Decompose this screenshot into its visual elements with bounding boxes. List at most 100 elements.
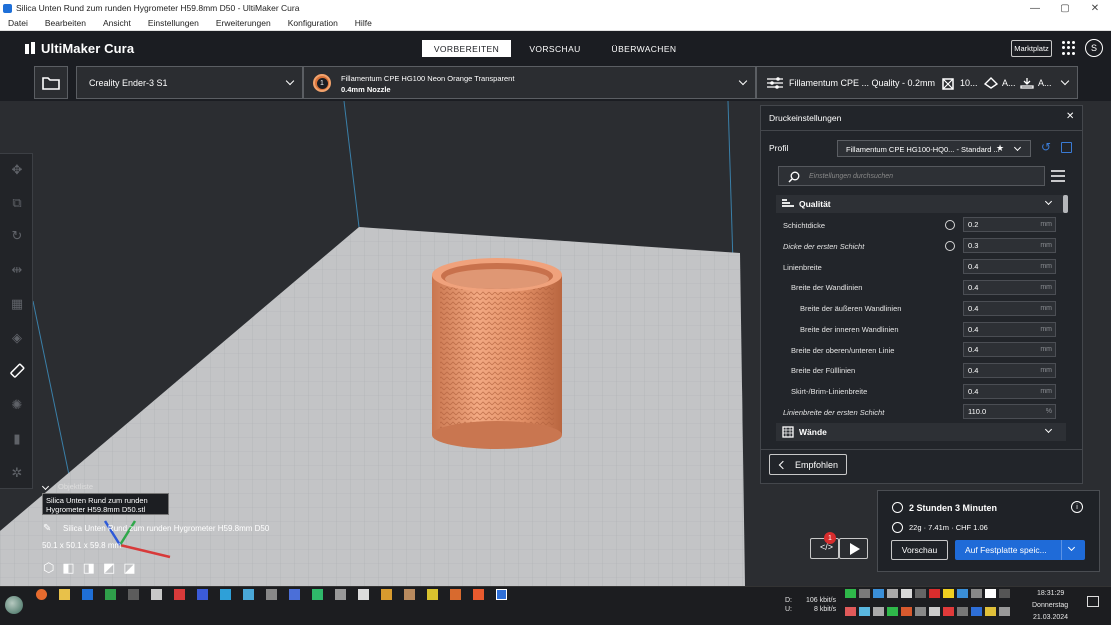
app-icon[interactable] (404, 589, 415, 600)
section-quality-header[interactable]: Qualität (776, 195, 1066, 213)
recommended-button[interactable]: Empfohlen (769, 454, 847, 475)
reset-icon[interactable]: ↺ (1041, 140, 1051, 154)
tray-icon[interactable] (929, 606, 940, 616)
section-walls-header[interactable]: Wände (776, 423, 1066, 441)
setting-input-line-width[interactable]: 0.4 mm (963, 259, 1056, 274)
setting-input-top-bottom-width[interactable]: 0.4 mm (963, 342, 1056, 357)
save-to-disk-button[interactable]: Auf Festplatte speic... (955, 540, 1085, 560)
settings-scrollbar[interactable] (1063, 195, 1068, 213)
tray-icon[interactable] (873, 589, 884, 598)
mirror-tool-icon[interactable]: ⇹ (9, 262, 25, 278)
tray-icon[interactable] (999, 606, 1010, 616)
app-icon[interactable] (427, 589, 438, 600)
rotate-tool-icon[interactable]: ↻ (9, 228, 25, 244)
app-icon[interactable] (220, 589, 231, 600)
view-right-icon[interactable]: ◪ (123, 560, 135, 576)
app-icon[interactable] (335, 589, 346, 600)
setting-input-initial-layer-line-width[interactable]: 110.0% (963, 404, 1056, 419)
tray-icon[interactable] (859, 589, 870, 598)
profile-dropdown[interactable]: Fillamentum CPE HG100-HQ0... - Standard … (837, 140, 1031, 157)
tray-icon[interactable] (985, 589, 996, 598)
material-selector[interactable]: 1 Fillamentum CPE HG100 Neon Orange Tran… (303, 66, 756, 99)
app-icon[interactable] (128, 589, 139, 600)
scale-tool-icon[interactable]: ⧉ (9, 195, 25, 211)
app-icon[interactable] (266, 589, 277, 600)
setting-input-skirt-brim-width[interactable]: 0.4 mm (963, 384, 1056, 399)
view-top-icon[interactable]: ◨ (83, 560, 95, 576)
tray-icon[interactable] (957, 606, 968, 616)
setting-input-initial-layer[interactable]: 0.3 mm (963, 238, 1056, 253)
marketplace-button[interactable]: Marktplatz (1011, 40, 1052, 57)
setting-input-outer-wall-width[interactable]: 0.4 mm (963, 301, 1056, 316)
setting-input-layer-height[interactable]: 0.2 mm (963, 217, 1056, 232)
tree-support-icon[interactable]: ✲ (9, 465, 25, 481)
menu-erweiterungen[interactable]: Erweiterungen (216, 18, 271, 28)
setting-input-wall-line-width[interactable]: 0.4 mm (963, 280, 1056, 295)
view-left-icon[interactable]: ◩ (103, 560, 115, 576)
tray-icon[interactable] (859, 606, 870, 616)
tray-icon[interactable] (901, 606, 912, 616)
tray-icon[interactable] (887, 589, 898, 598)
preview-button[interactable]: Vorschau (891, 540, 948, 560)
menu-icon[interactable] (1051, 170, 1065, 182)
per-model-settings-icon[interactable]: ▦ (9, 296, 25, 312)
menu-bearbeiten[interactable]: Bearbeiten (45, 18, 86, 28)
close-window-icon[interactable]: ✕ (1080, 0, 1110, 16)
close-icon[interactable]: ✕ (1066, 111, 1074, 122)
setting-input-inner-wall-width[interactable]: 0.4 mm (963, 322, 1056, 337)
view-front-icon[interactable]: ◧ (62, 560, 74, 576)
tray-icon[interactable] (971, 589, 982, 598)
tray-icon[interactable] (887, 606, 898, 616)
app-icon[interactable] (450, 589, 461, 600)
info-icon[interactable]: i (1071, 501, 1083, 513)
save-profile-icon[interactable] (1061, 142, 1072, 153)
apps-grid-icon[interactable] (1062, 41, 1076, 55)
menu-einstellungen[interactable]: Einstellungen (148, 18, 199, 28)
object-list-label[interactable]: Objektliste (58, 482, 93, 491)
cylinder-tool-icon[interactable]: ▮ (9, 431, 25, 447)
tray-icon[interactable] (943, 606, 954, 616)
app-icon[interactable] (243, 589, 254, 600)
tray-icon[interactable] (929, 589, 940, 598)
app-icon[interactable] (197, 589, 208, 600)
menu-datei[interactable]: Datei (8, 18, 28, 28)
clock-weekday[interactable]: Donnerstag (1032, 602, 1068, 609)
app-icon[interactable] (358, 589, 369, 600)
excel-icon[interactable] (105, 589, 116, 600)
app-icon[interactable] (174, 589, 185, 600)
printer-selector[interactable]: Creality Ender-3 S1 (76, 66, 303, 99)
object-name[interactable]: Silica Unten Rund zum runden Hygrometer … (63, 524, 269, 533)
paint-tool-icon[interactable]: ✺ (9, 397, 25, 413)
move-tool-icon[interactable]: ✥ (9, 162, 25, 178)
setting-input-infill-line-width[interactable]: 0.4 mm (963, 363, 1056, 378)
tray-icon[interactable] (915, 589, 926, 598)
tray-icon[interactable] (873, 606, 884, 616)
firefox-icon[interactable] (36, 589, 47, 600)
outlook-icon[interactable] (82, 589, 93, 600)
clock-time[interactable]: 18:31:29 (1037, 590, 1064, 597)
tray-icon[interactable] (957, 589, 968, 598)
app-icon[interactable] (312, 589, 323, 600)
support-blocker-icon[interactable]: ◈ (9, 330, 25, 346)
tray-icon[interactable] (985, 606, 996, 616)
account-avatar[interactable]: S (1085, 39, 1103, 57)
tray-icon[interactable] (971, 606, 982, 616)
tray-icon[interactable] (845, 606, 856, 616)
tab-prepare[interactable]: VORBEREITEN (422, 40, 511, 57)
tray-icon[interactable] (943, 589, 954, 598)
settings-search-input[interactable]: Einstellungen durchsuchen (778, 166, 1045, 186)
pencil-icon[interactable]: ✎ (43, 523, 51, 534)
app-icon[interactable] (151, 589, 162, 600)
maximize-icon[interactable]: ▢ (1050, 0, 1080, 16)
app-icon[interactable] (473, 589, 484, 600)
app-icon[interactable] (381, 589, 392, 600)
tab-preview[interactable]: VORSCHAU (516, 40, 594, 57)
view-3d-icon[interactable]: ⬡ (43, 560, 54, 576)
open-file-button[interactable] (34, 66, 68, 99)
clock-date[interactable]: 21.03.2024 (1033, 614, 1068, 621)
menu-hilfe[interactable]: Hilfe (355, 18, 372, 28)
tray-icon[interactable] (999, 589, 1010, 598)
measure-tool-icon[interactable] (9, 363, 25, 379)
tray-icon[interactable] (915, 606, 926, 616)
explorer-icon[interactable] (59, 589, 70, 600)
